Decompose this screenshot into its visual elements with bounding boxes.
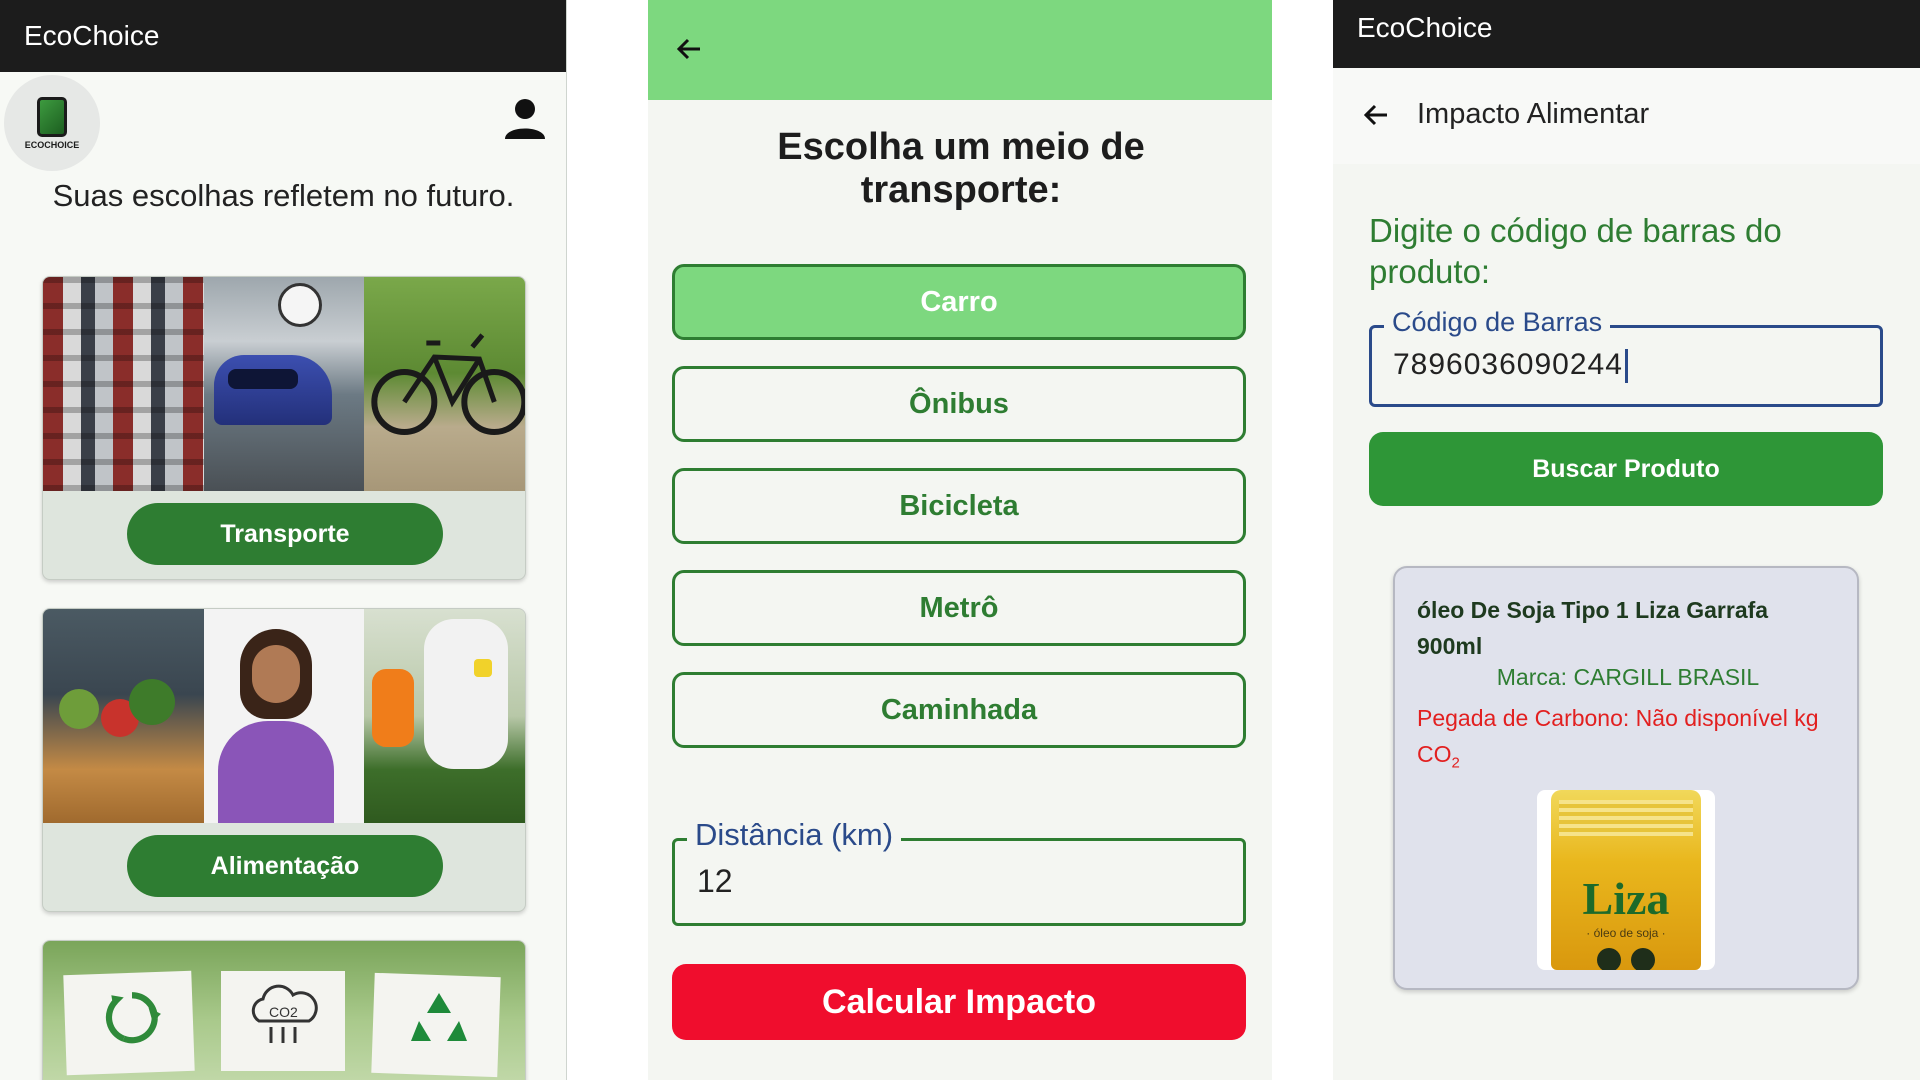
page-title: Impacto Alimentar xyxy=(1417,98,1650,130)
back-arrow-icon[interactable] xyxy=(674,34,704,64)
product-image-brand: Liza xyxy=(1582,873,1670,924)
barcode-input[interactable]: 7896036090244 xyxy=(1393,348,1628,384)
app-bar: EcoChoice xyxy=(0,0,566,72)
top-bar xyxy=(648,0,1272,100)
traffic-cars-photo xyxy=(43,277,204,491)
co2-sign-label: CO2 xyxy=(269,1004,298,1020)
option-caminhada[interactable]: Caminhada xyxy=(672,672,1246,748)
barcode-prompt: Digite o código de barras do produto: xyxy=(1369,212,1782,290)
tagline: Suas escolhas refletem no futuro. xyxy=(52,178,515,213)
distance-input[interactable]: 12 xyxy=(697,863,733,900)
recycle-symbol-icon xyxy=(411,993,467,1041)
back-arrow-icon[interactable] xyxy=(1361,100,1391,130)
co2-cloud-icon: CO2 xyxy=(251,984,318,1043)
food-button[interactable]: Alimentação xyxy=(127,835,443,897)
carbon-footprint: Pegada de Carbono: Não disponível kg CO2 xyxy=(1417,700,1847,782)
recycle-arrows-icon xyxy=(105,992,161,1044)
transport-title: Escolha um meio de transporte: xyxy=(777,126,1145,211)
distance-field[interactable]: Distância (km) 12 xyxy=(672,817,1246,926)
food-card[interactable]: Alimentação xyxy=(42,608,526,912)
home-screen: EcoChoice ECOCHOICE Suas escolhas reflet… xyxy=(0,0,567,1080)
food-impact-screen: EcoChoice Impacto Alimentar Digite o cód… xyxy=(1333,0,1920,1080)
barcode-field[interactable]: Código de Barras 7896036090244 xyxy=(1369,307,1883,407)
barcode-label: Código de Barras xyxy=(1384,307,1611,338)
product-image-subtitle: · óleo de soja · xyxy=(1586,926,1666,940)
option-onibus[interactable]: Ônibus xyxy=(672,366,1246,442)
product-image: Liza · óleo de soja · xyxy=(1537,790,1715,970)
thinking-woman-photo xyxy=(203,609,365,823)
bicycle-photo xyxy=(364,277,525,491)
carbon-text: Pegada de Carbono: Não disponível kg CO xyxy=(1417,705,1819,767)
option-carro[interactable]: Carro xyxy=(672,264,1246,340)
pesticide-spraying-photo xyxy=(364,609,525,823)
vegetables-photo xyxy=(43,609,204,823)
app-title: EcoChoice xyxy=(1357,12,1493,43)
user-profile-icon[interactable] xyxy=(501,95,549,143)
distance-label: Distância (km) xyxy=(687,817,902,853)
phone-leaf-icon xyxy=(37,96,67,137)
sub-header: Impacto Alimentar xyxy=(1333,68,1920,164)
carbon-subscript: 2 xyxy=(1451,754,1460,772)
transport-screen: Escolha um meio de transporte: Carro Ôni… xyxy=(648,0,1272,1080)
transport-button[interactable]: Transporte xyxy=(127,503,443,565)
option-bicicleta[interactable]: Bicicleta xyxy=(672,468,1246,544)
train-photo xyxy=(203,277,365,491)
transport-photos xyxy=(43,277,525,491)
app-logo: ECOCHOICE xyxy=(4,75,100,171)
app-bar: EcoChoice xyxy=(1333,0,1920,68)
sustainability-photo: CO2 xyxy=(43,941,525,1080)
food-photos xyxy=(43,609,525,823)
option-metro[interactable]: Metrô xyxy=(672,570,1246,646)
logo-text: ECOCHOICE xyxy=(24,139,80,150)
app-title: EcoChoice xyxy=(24,20,160,51)
barcode-value: 7896036090244 xyxy=(1393,348,1623,381)
product-card: óleo De Soja Tipo 1 Liza Garrafa 900ml M… xyxy=(1393,566,1859,990)
text-caret xyxy=(1624,349,1628,384)
product-name: óleo De Soja Tipo 1 Liza Garrafa 900ml xyxy=(1417,597,1769,659)
product-brand: Marca: CARGILL BRASIL xyxy=(1496,664,1760,690)
sustainability-card[interactable]: CO2 xyxy=(42,940,526,1080)
transport-card[interactable]: Transporte xyxy=(42,276,526,580)
calculate-impact-button[interactable]: Calcular Impacto xyxy=(672,964,1246,1040)
search-product-button[interactable]: Buscar Produto xyxy=(1369,432,1883,506)
